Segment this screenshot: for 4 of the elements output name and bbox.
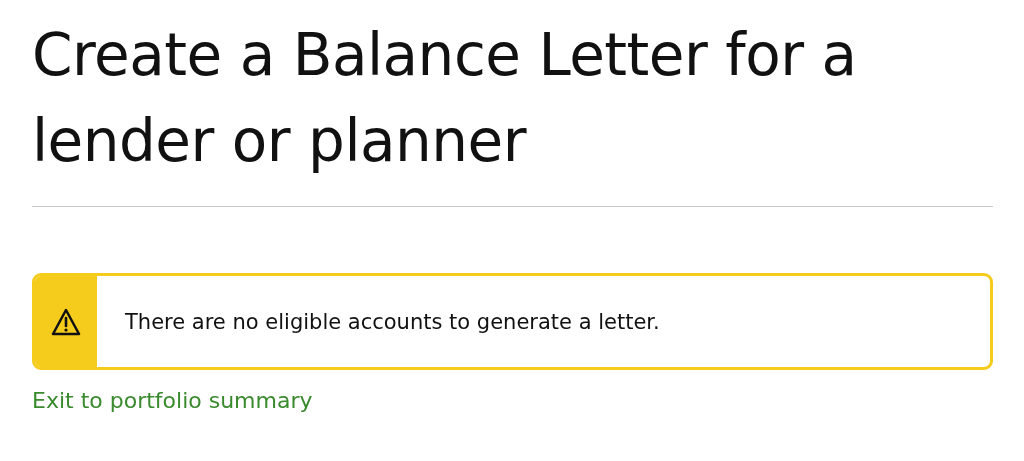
exit-link[interactable]: Exit to portfolio summary bbox=[32, 388, 313, 413]
warning-icon bbox=[51, 307, 81, 336]
alert-message: There are no eligible accounts to generate a letter. bbox=[125, 309, 660, 334]
page-title: Create a Balance Letter for a lender or planner bbox=[32, 20, 858, 177]
